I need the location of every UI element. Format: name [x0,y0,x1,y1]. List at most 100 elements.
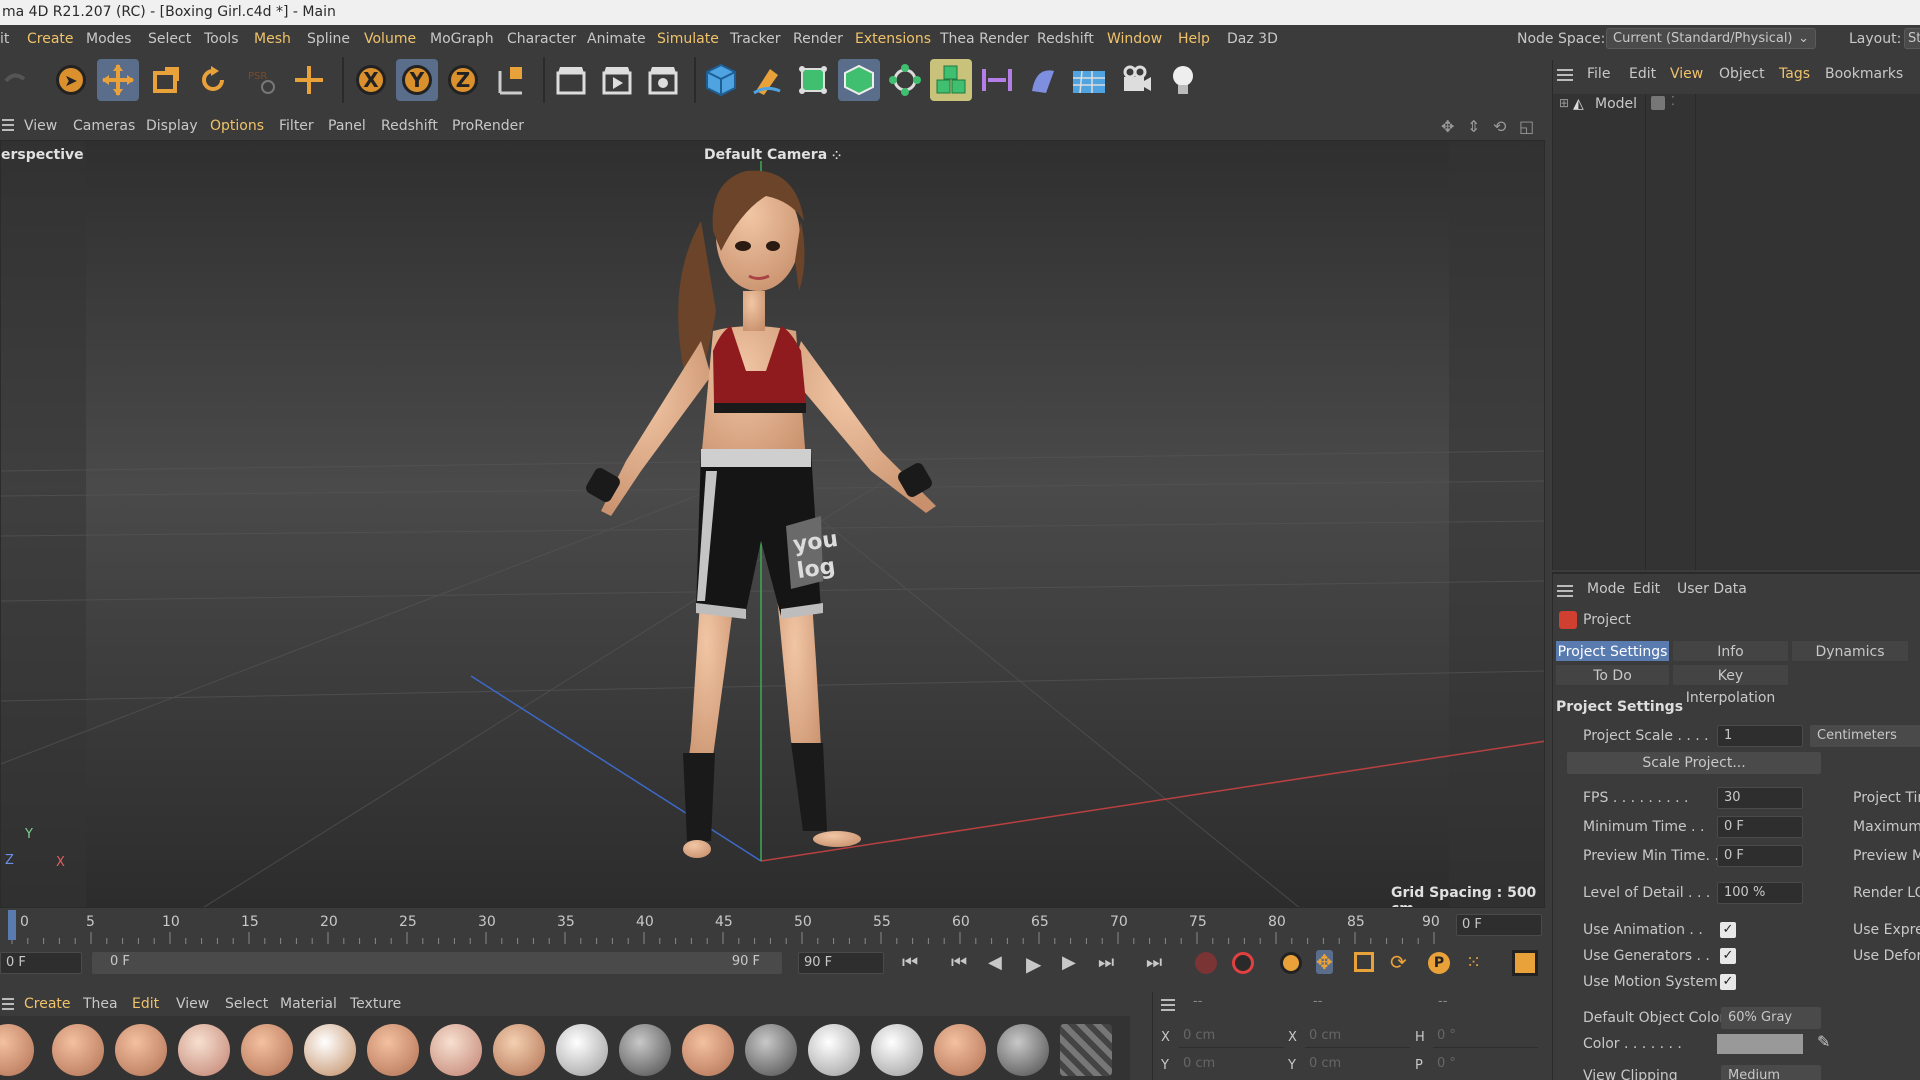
material-scrollbar[interactable] [1130,1016,1148,1080]
deformer-button[interactable] [976,59,1018,101]
live-selection-button[interactable] [288,59,330,101]
next-key-icon[interactable]: ⏭ [1098,952,1114,973]
menu-item-mograph[interactable]: MoGraph [430,25,494,53]
range-slider[interactable]: 0 F 90 F [92,952,782,974]
material-swatch[interactable] [997,1024,1049,1076]
render-region-button[interactable] [550,59,592,101]
pen-tool-button[interactable] [746,59,788,101]
material-menu-create[interactable]: Create [24,992,71,1016]
field-button[interactable] [1022,59,1064,101]
3d-viewport[interactable]: you log erspective Default Camera ⁘ Grid… [0,140,1545,908]
material-menu-edit[interactable]: Edit [132,992,159,1016]
end-frame-field[interactable]: 90 F [798,952,884,974]
node-space-select[interactable]: Current (Standard/Physical) ⌄ [1606,28,1816,49]
viewport-menu-display[interactable]: Display [146,113,198,139]
viewport-menu-cameras[interactable]: Cameras [73,113,135,139]
menu-item-daz3d[interactable]: Daz 3D [1227,25,1278,53]
menu-item-tools[interactable]: Tools [204,25,239,53]
pos-y-field[interactable]: 0 cm [1179,1056,1284,1076]
menu-item-create[interactable]: Create [27,25,74,53]
menu-item-character[interactable]: Character [507,25,576,53]
material-menu-material[interactable]: Material [280,992,337,1016]
viewport-menu-panel[interactable]: Panel [328,113,366,139]
size-x-field[interactable]: 0 cm [1305,1028,1410,1048]
default-camera-label[interactable]: Default Camera ⁘ [704,147,841,163]
attr-menu-edit[interactable]: Edit [1633,581,1660,597]
mograph-cloner-button[interactable] [930,59,972,101]
use-motion-checkbox[interactable]: ✓ [1720,974,1736,990]
project-scale-field[interactable]: 1 [1717,725,1803,747]
zoom-view-icon[interactable]: ⇕ [1467,117,1480,136]
previous-key-icon[interactable]: ⏮ [951,952,967,973]
pos-x-field[interactable]: 0 cm [1179,1028,1284,1048]
material-menu-thea[interactable]: Thea [83,992,118,1016]
use-generators-checkbox[interactable]: ✓ [1720,948,1736,964]
parameter-key-icon[interactable]: P [1428,952,1450,974]
material-swatch[interactable] [0,1024,34,1076]
menu-item-window[interactable]: Window [1107,25,1162,53]
next-frame-icon[interactable]: ▶ [1062,952,1076,973]
object-menu-bookmarks[interactable]: Bookmarks [1825,66,1903,82]
play-icon[interactable]: ▶ [1026,952,1041,976]
x-axis-button[interactable]: X [350,59,392,101]
material-swatch[interactable] [556,1024,608,1076]
view-clipping-select[interactable]: Medium [1721,1065,1821,1080]
undo-icon[interactable] [0,59,30,101]
object-name[interactable]: Model [1595,96,1637,112]
recent-tools-button[interactable]: PSR [240,59,282,101]
tab-to-do[interactable]: To Do [1555,664,1670,686]
go-to-end-icon[interactable]: ⏭ [1146,952,1162,973]
preview-min-field[interactable]: 0 F [1717,845,1803,867]
start-frame-field[interactable]: 0 F [0,952,82,974]
cube-button[interactable] [700,59,742,101]
material-swatch[interactable] [934,1024,986,1076]
object-menu-tags[interactable]: Tags [1779,66,1810,82]
camera-button[interactable] [1116,59,1158,101]
render-settings-button[interactable] [642,59,684,101]
material-swatch[interactable] [619,1024,671,1076]
tab-dynamics[interactable]: Dynamics [1791,640,1909,662]
record-icon[interactable] [1195,952,1217,974]
fps-field[interactable]: 30 [1717,787,1803,809]
viewport-menu-view[interactable]: View [24,113,57,139]
material-swatch[interactable] [430,1024,482,1076]
timeline-ruler[interactable]: 0 5 10 15 20 25 30 35 40 45 50 55 60 65 … [0,910,1548,952]
object-row[interactable]: ⊞ ◭ Model ⁚ [1553,94,1920,116]
material-swatch[interactable] [241,1024,293,1076]
hamburger-icon[interactable] [2,118,16,132]
viewport-menu-filter[interactable]: Filter [279,113,314,139]
viewport-menu-options[interactable]: Options [210,113,264,139]
tab-key-interpolation[interactable]: Key Interpolation [1672,664,1789,706]
z-axis-button[interactable]: Z [442,59,484,101]
coordinate-system-button[interactable] [490,59,532,101]
eyedropper-icon[interactable]: ✎ [1817,1032,1830,1051]
extrude-button[interactable] [838,59,880,101]
subdivision-button[interactable] [792,59,834,101]
cloner-button[interactable] [884,59,926,101]
material-menu-texture[interactable]: Texture [350,992,401,1016]
hamburger-icon[interactable] [1161,998,1177,1016]
scheme-settings-icon[interactable] [1512,950,1538,976]
visibility-dots-icon[interactable]: ⁚ [1671,94,1675,108]
size-y-field[interactable]: 0 cm [1305,1056,1410,1076]
select-tool-button[interactable]: ➤ [50,59,92,101]
material-swatch[interactable] [745,1024,797,1076]
rotate-tool-button[interactable] [192,59,234,101]
expand-icon[interactable]: ⊞ [1559,96,1569,110]
min-time-field[interactable]: 0 F [1717,816,1803,838]
menu-item-simulate[interactable]: Simulate [657,25,719,53]
light-button[interactable] [1162,59,1204,101]
material-menu-select[interactable]: Select [225,992,268,1016]
autokey-icon[interactable] [1232,952,1254,974]
menu-item-help[interactable]: Help [1178,25,1210,53]
menu-item-extensions[interactable]: Extensions [855,25,931,53]
material-swatch[interactable] [52,1024,104,1076]
floor-button[interactable] [1068,59,1110,101]
menu-item-render[interactable]: Render [793,25,843,53]
hamburger-icon[interactable] [1557,68,1575,86]
current-frame-field[interactable]: 0 F [1456,914,1542,936]
viewport-menu-redshift[interactable]: Redshift [381,113,438,139]
pan-view-icon[interactable]: ✥ [1441,117,1454,136]
layer-icon[interactable] [1651,96,1665,110]
hamburger-icon[interactable] [1557,584,1575,602]
